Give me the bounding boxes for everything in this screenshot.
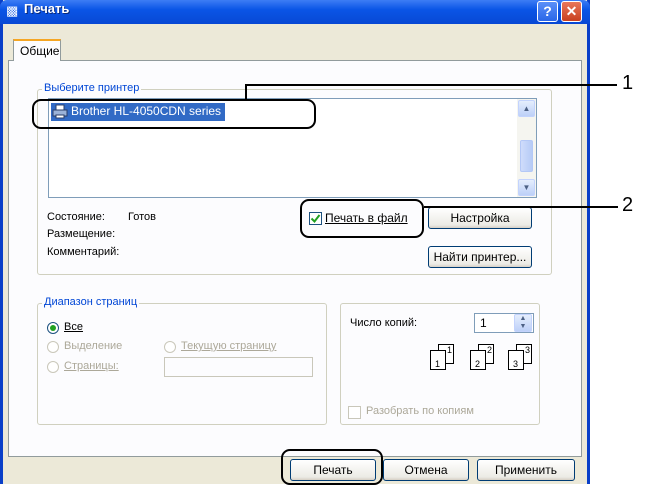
find-printer-button[interactable]: Найти принтер...	[428, 246, 532, 268]
callout-box-printer	[32, 99, 316, 129]
page-icon-number: 3	[513, 359, 519, 369]
callout-box-print-button	[281, 449, 383, 485]
collate-pages-icon-1: 1 1	[430, 344, 464, 370]
callout-leader-vertical	[245, 84, 247, 99]
collate-pages-icon-3: 3 3	[508, 344, 542, 370]
callout-number-2: 2	[622, 194, 634, 216]
page-icon-number: 1	[435, 359, 441, 369]
radio-current-page-label[interactable]: Текущую страницу	[181, 340, 276, 352]
close-button[interactable]: ✕	[561, 1, 582, 22]
page-icon-number: 3	[524, 345, 530, 355]
settings-button[interactable]: Настройка	[428, 207, 532, 229]
radio-current-page[interactable]	[164, 341, 176, 353]
printer-title-icon: ▩	[6, 3, 19, 18]
status-value: Готов	[128, 211, 156, 223]
printer-group-legend: Выберите принтер	[42, 82, 142, 94]
scroll-up-icon[interactable]: ▲	[518, 100, 535, 117]
location-label: Размещение:	[47, 228, 116, 240]
pages-input[interactable]	[164, 357, 313, 377]
collate-pages-icon-2: 2 2	[470, 344, 504, 370]
window-title: Печать	[24, 1, 70, 16]
help-button[interactable]: ?	[537, 1, 558, 22]
scroll-down-icon[interactable]: ▼	[518, 179, 535, 196]
collate-checkbox[interactable]	[348, 406, 361, 419]
copies-spinner-icon[interactable]: ▲ ▼	[514, 314, 532, 332]
page-icon-number: 2	[475, 359, 481, 369]
collate-label[interactable]: Разобрать по копиям	[366, 405, 474, 417]
tab-general[interactable]: Общие	[13, 39, 61, 61]
status-label: Состояние:	[47, 211, 105, 223]
callout-leader-2	[424, 206, 618, 208]
radio-pages-label[interactable]: Страницы:	[64, 360, 119, 372]
page-range-legend: Диапазон страниц	[42, 296, 140, 308]
title-bar[interactable]: ▩ Печать ? ✕	[0, 0, 590, 24]
page-icon-number: 2	[486, 345, 492, 355]
radio-selection[interactable]	[47, 341, 59, 353]
callout-number-1: 1	[622, 72, 634, 94]
callout-box-print-to-file	[300, 199, 424, 238]
cancel-button[interactable]: Отмена	[383, 459, 469, 481]
radio-all-label[interactable]: Все	[64, 321, 83, 333]
apply-button[interactable]: Применить	[477, 459, 575, 481]
radio-all[interactable]	[47, 322, 59, 334]
radio-selected-dot-icon	[50, 325, 56, 331]
radio-pages[interactable]	[47, 361, 59, 373]
page-icon-number: 1	[446, 345, 452, 355]
scrollbar-thumb[interactable]	[520, 140, 533, 172]
comment-label: Комментарий:	[47, 246, 120, 258]
copies-label: Число копий:	[350, 317, 418, 329]
callout-leader-1	[245, 84, 617, 86]
radio-selection-label[interactable]: Выделение	[64, 340, 122, 352]
